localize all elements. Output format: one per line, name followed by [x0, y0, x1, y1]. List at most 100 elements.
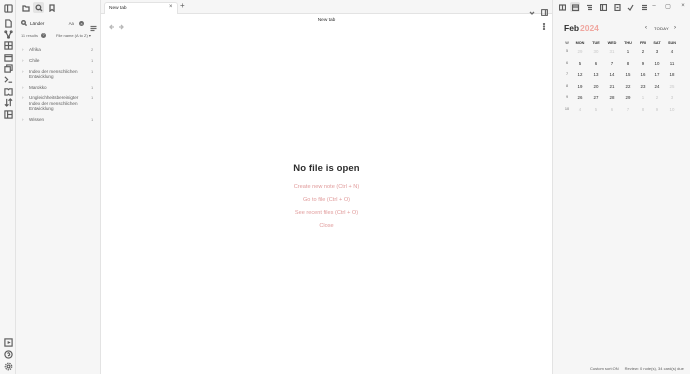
- calendar-day[interactable]: 12: [574, 72, 586, 77]
- more-options-icon[interactable]: [541, 17, 547, 31]
- calendar-day[interactable]: 18: [666, 72, 678, 77]
- chevron-down-icon[interactable]: [529, 3, 535, 15]
- calendar-day[interactable]: 2: [637, 49, 649, 54]
- search-result-item[interactable]: › Index der menschlichen Entwicklung 1: [21, 69, 99, 80]
- calendar-day[interactable]: 6: [590, 61, 602, 66]
- close-tab-icon[interactable]: ×: [169, 4, 173, 10]
- calendar-day[interactable]: 9: [651, 107, 663, 112]
- close-window-icon[interactable]: ×: [679, 3, 687, 9]
- go-to-file-link[interactable]: Go to file (Ctrl + O): [101, 197, 552, 203]
- canvas-icon[interactable]: [3, 40, 13, 50]
- calendar-day[interactable]: 30: [590, 49, 602, 54]
- calendar-day[interactable]: 1: [637, 95, 649, 100]
- chevron-right-icon[interactable]: ›: [22, 47, 24, 52]
- calendar-day[interactable]: 3: [651, 49, 663, 54]
- search-result-item[interactable]: › Afrika 2: [21, 47, 99, 52]
- calendar-day[interactable]: 14: [606, 72, 618, 77]
- chevron-right-icon[interactable]: ›: [22, 69, 24, 74]
- outline-icon[interactable]: [584, 2, 594, 12]
- calendar-day[interactable]: 17: [651, 72, 663, 77]
- calendar-day[interactable]: 13: [590, 72, 602, 77]
- terminal-icon[interactable]: [3, 74, 13, 84]
- sidebar-toggle-icon[interactable]: [3, 3, 13, 13]
- review-icon[interactable]: [625, 2, 635, 12]
- search-result-item[interactable]: › Chile 1: [21, 58, 99, 63]
- chevron-right-icon[interactable]: ›: [22, 117, 24, 122]
- vault-icon[interactable]: [3, 337, 13, 347]
- calendar-day[interactable]: 16: [637, 72, 649, 77]
- calendar-day[interactable]: 26: [574, 95, 586, 100]
- calendar-day[interactable]: 31: [606, 49, 618, 54]
- search-result-item[interactable]: › Ungleichheitsbereinigter Index der mens…: [21, 95, 99, 111]
- copy-icon[interactable]: [3, 63, 13, 73]
- previous-month-icon[interactable]: ‹: [645, 25, 647, 31]
- calendar-day[interactable]: 23: [637, 84, 649, 89]
- calendar-day[interactable]: 25: [666, 84, 678, 89]
- calendar-day[interactable]: 6: [606, 107, 618, 112]
- calendar-day[interactable]: 4: [666, 49, 678, 54]
- next-month-icon[interactable]: ›: [674, 25, 676, 31]
- calendar-day[interactable]: 7: [606, 61, 618, 66]
- calendar-day[interactable]: 7: [622, 107, 634, 112]
- calendar-day[interactable]: 11: [666, 61, 678, 66]
- maximize-icon[interactable]: ▢: [664, 3, 672, 10]
- today-button[interactable]: TODAY: [654, 26, 669, 31]
- calendar-day[interactable]: 29: [622, 95, 634, 100]
- week-number[interactable]: 10: [563, 107, 571, 111]
- bookmark-icon[interactable]: [46, 2, 57, 13]
- folder-icon[interactable]: [20, 2, 31, 13]
- settings-icon[interactable]: [3, 361, 13, 371]
- create-new-note-link[interactable]: Create new note (Ctrl + N): [101, 184, 552, 190]
- calendar-day[interactable]: 10: [666, 107, 678, 112]
- right-sidebar-toggle-icon[interactable]: [540, 3, 549, 17]
- search-result-item[interactable]: › Wissen 1: [21, 117, 99, 122]
- week-number[interactable]: 7: [563, 72, 571, 76]
- tags-icon[interactable]: [598, 2, 608, 12]
- search-icon[interactable]: [33, 2, 44, 13]
- new-tab-icon[interactable]: +: [180, 1, 185, 10]
- chevron-right-icon[interactable]: ›: [22, 85, 24, 90]
- custom-sort-status[interactable]: Custom sort:ON: [590, 366, 619, 371]
- search-value[interactable]: Länder: [30, 21, 69, 26]
- calendar-day[interactable]: 5: [574, 61, 586, 66]
- tab-new-tab[interactable]: New tab ×: [104, 2, 178, 14]
- calendar-day[interactable]: 27: [590, 95, 602, 100]
- calendar-day[interactable]: 3: [666, 95, 678, 100]
- review-status[interactable]: Review: 0 note(s), 34 card(s) due: [625, 366, 684, 371]
- layout-icon[interactable]: [3, 109, 13, 119]
- search-result-item[interactable]: › Marokko 1: [21, 85, 99, 90]
- calendar-day[interactable]: 8: [637, 107, 649, 112]
- calendar-day[interactable]: 29: [574, 49, 586, 54]
- list-icon[interactable]: [639, 2, 649, 12]
- graph-icon[interactable]: [3, 29, 13, 39]
- links-icon[interactable]: [612, 2, 622, 12]
- book-icon[interactable]: [3, 86, 13, 96]
- calendar-day[interactable]: 22: [622, 84, 634, 89]
- calendar-day[interactable]: 2: [651, 95, 663, 100]
- week-number[interactable]: 9: [563, 95, 571, 99]
- file-icon[interactable]: [3, 18, 13, 28]
- help-icon[interactable]: [3, 349, 13, 359]
- calendar-day[interactable]: 15: [622, 72, 634, 77]
- sort-dropdown[interactable]: File name (A to Z) ▾: [56, 33, 91, 38]
- calendar-day[interactable]: 21: [606, 84, 618, 89]
- sort-icon[interactable]: [3, 97, 13, 107]
- calendar-day[interactable]: 4: [574, 107, 586, 112]
- calendar-day[interactable]: 28: [606, 95, 618, 100]
- calendar-day[interactable]: 5: [590, 107, 602, 112]
- calendar-day[interactable]: 8: [622, 61, 634, 66]
- backlinks-icon[interactable]: [557, 2, 567, 12]
- week-number[interactable]: 6: [563, 61, 571, 65]
- calendar-icon[interactable]: [570, 2, 580, 12]
- chevron-right-icon[interactable]: ›: [22, 58, 24, 63]
- minimize-icon[interactable]: –: [650, 3, 658, 9]
- calendar-icon[interactable]: [3, 52, 13, 62]
- close-link[interactable]: Close: [101, 223, 552, 229]
- help-circle-icon[interactable]: ?: [41, 33, 47, 38]
- week-number[interactable]: 5: [563, 49, 571, 53]
- calendar-day[interactable]: 9: [637, 61, 649, 66]
- calendar-day[interactable]: 10: [651, 61, 663, 66]
- calendar-day[interactable]: 24: [651, 84, 663, 89]
- chevron-right-icon[interactable]: ›: [22, 95, 24, 100]
- clear-search-icon[interactable]: ×: [79, 21, 84, 26]
